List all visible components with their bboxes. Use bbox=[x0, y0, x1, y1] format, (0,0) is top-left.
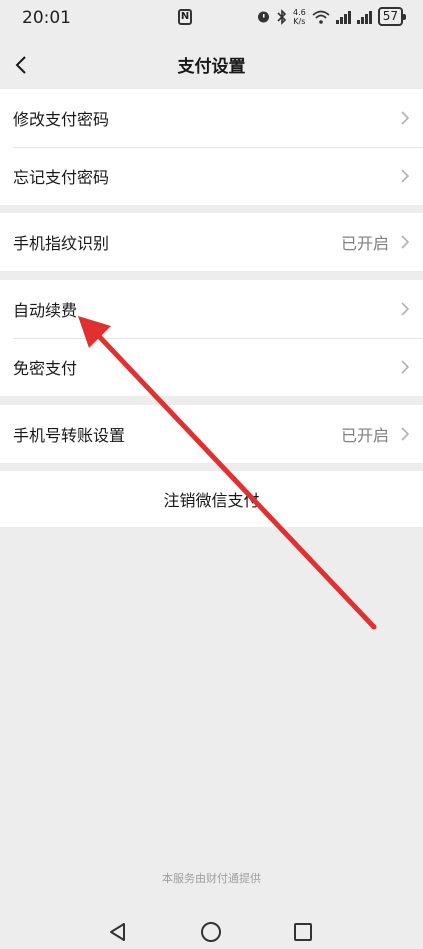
forgot-password-label: 忘记支付密码 bbox=[13, 168, 110, 187]
system-back-icon[interactable] bbox=[108, 922, 128, 942]
fingerprint-label: 手机指纹识别 bbox=[13, 234, 110, 253]
chevron-right-icon bbox=[401, 360, 410, 374]
chevron-right-icon bbox=[401, 427, 410, 441]
chevron-right-icon bbox=[401, 302, 410, 316]
status-time: 20:01 bbox=[22, 8, 71, 28]
page-title: 支付设置 bbox=[177, 57, 246, 77]
nfc-icon: N bbox=[178, 9, 192, 25]
cancel-wechat-pay-label: 注销微信支付 bbox=[163, 491, 260, 510]
status-bar: 20:01 N 4.6 K/s 57 bbox=[0, 0, 423, 36]
battery-icon: 57 bbox=[377, 7, 407, 26]
auto-renew-label: 自动续费 bbox=[13, 301, 78, 320]
fingerprint-group: 手机指纹识别 已开启 bbox=[0, 213, 423, 271]
status-icons: 4.6 K/s 57 bbox=[256, 7, 407, 26]
alarm-icon bbox=[257, 11, 269, 23]
nav-bar: 支付设置 bbox=[0, 36, 423, 92]
fingerprint-status: 已开启 bbox=[340, 234, 389, 253]
payments-group: 自动续费 免密支付 bbox=[0, 280, 423, 396]
password-group: 修改支付密码 忘记支付密码 bbox=[0, 89, 423, 205]
chevron-right-icon bbox=[401, 169, 410, 183]
network-speed-value: 4.6 bbox=[292, 7, 306, 17]
password-free-label: 免密支付 bbox=[13, 359, 78, 378]
phone-transfer-label: 手机号转账设置 bbox=[13, 426, 126, 445]
transfer-group: 手机号转账设置 已开启 bbox=[0, 405, 423, 463]
chevron-right-icon bbox=[401, 235, 410, 249]
network-speed-unit: K/s bbox=[293, 16, 306, 26]
footer-text: 本服务由财付通提供 bbox=[162, 872, 261, 885]
system-recents-icon[interactable] bbox=[294, 923, 312, 941]
wifi-icon bbox=[312, 10, 330, 24]
auto-renew-row[interactable]: 自动续费 bbox=[0, 280, 423, 338]
phone-transfer-status: 已开启 bbox=[340, 426, 389, 445]
cancel-wechat-pay-button[interactable]: 注销微信支付 bbox=[0, 471, 423, 527]
system-home-icon[interactable] bbox=[201, 922, 221, 942]
change-password-label: 修改支付密码 bbox=[13, 110, 110, 129]
phone-transfer-row[interactable]: 手机号转账设置 已开启 bbox=[0, 405, 423, 463]
network-speed: 4.6 K/s bbox=[293, 8, 306, 26]
signal-icon bbox=[335, 10, 351, 24]
fingerprint-row[interactable]: 手机指纹识别 已开启 bbox=[0, 213, 423, 271]
change-password-row[interactable]: 修改支付密码 bbox=[0, 89, 423, 147]
bluetooth-icon bbox=[277, 8, 287, 25]
password-free-row[interactable]: 免密支付 bbox=[0, 338, 423, 396]
forgot-password-row[interactable]: 忘记支付密码 bbox=[0, 147, 423, 205]
cancel-group: 注销微信支付 bbox=[0, 471, 423, 527]
signal-icon-2 bbox=[356, 10, 372, 24]
chevron-right-icon bbox=[401, 111, 410, 125]
system-nav-bar bbox=[0, 912, 423, 949]
